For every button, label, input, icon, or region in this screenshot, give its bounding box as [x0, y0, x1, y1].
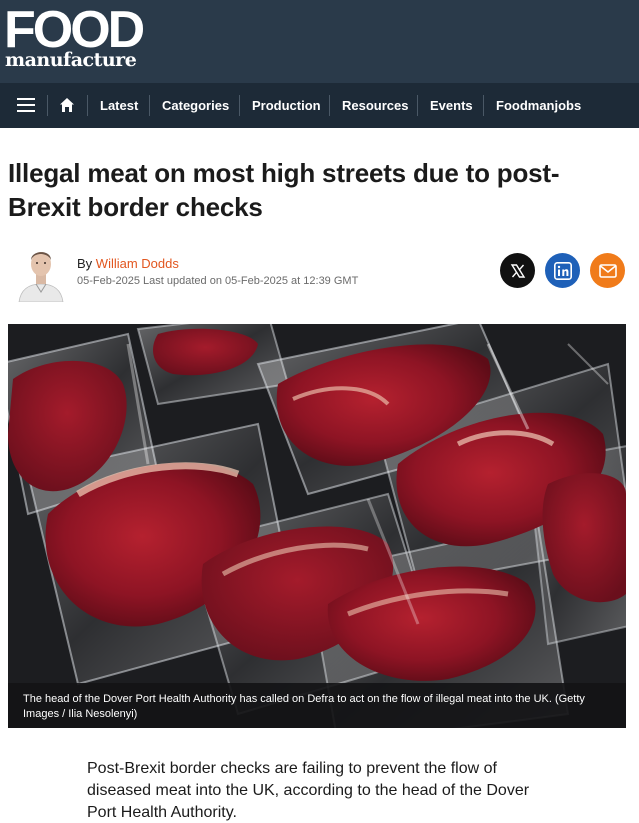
image-caption: The head of the Dover Port Health Author…	[23, 693, 585, 720]
nav-divider	[87, 95, 88, 116]
linkedin-icon	[553, 261, 572, 280]
main-nav: Latest Categories Production Resources E…	[0, 83, 639, 128]
site-logo-bottom[interactable]: manufacture	[5, 49, 137, 71]
share-linkedin-button[interactable]	[545, 253, 580, 288]
email-icon	[598, 263, 617, 278]
nav-item-latest[interactable]: Latest	[100, 97, 138, 114]
vacuum-packed-steaks-photo	[8, 324, 626, 728]
article-headline: Illegal meat on most high streets due to…	[8, 158, 560, 222]
nav-item-resources[interactable]: Resources	[342, 97, 408, 114]
nav-divider	[47, 95, 48, 116]
hero-image[interactable]: The head of the Dover Port Health Author…	[8, 324, 626, 728]
nav-item-categories[interactable]: Categories	[162, 97, 229, 114]
share-x-button[interactable]	[500, 253, 535, 288]
image-caption-bar: The head of the Dover Port Health Author…	[8, 683, 626, 728]
home-icon[interactable]	[59, 97, 75, 113]
nav-divider	[329, 95, 330, 116]
site-header: FOOD manufacture	[0, 0, 639, 83]
byline: By William Dodds	[77, 256, 179, 272]
x-icon	[510, 263, 525, 278]
byline-prefix: By	[77, 256, 96, 271]
share-email-button[interactable]	[590, 253, 625, 288]
nav-item-production[interactable]: Production	[252, 97, 321, 114]
author-avatar[interactable]	[16, 244, 66, 302]
nav-divider	[239, 95, 240, 116]
nav-item-events[interactable]: Events	[430, 97, 473, 114]
article-intro: Post-Brexit border checks are failing to…	[87, 760, 530, 821]
nav-divider	[417, 95, 418, 116]
author-link[interactable]: William Dodds	[96, 256, 179, 271]
article-dates: 05-Feb-2025 Last updated on 05-Feb-2025 …	[77, 275, 359, 287]
nav-item-foodmanjobs[interactable]: Foodmanjobs	[496, 97, 581, 114]
nav-divider	[149, 95, 150, 116]
nav-divider	[483, 95, 484, 116]
hamburger-menu-icon[interactable]	[17, 98, 35, 112]
